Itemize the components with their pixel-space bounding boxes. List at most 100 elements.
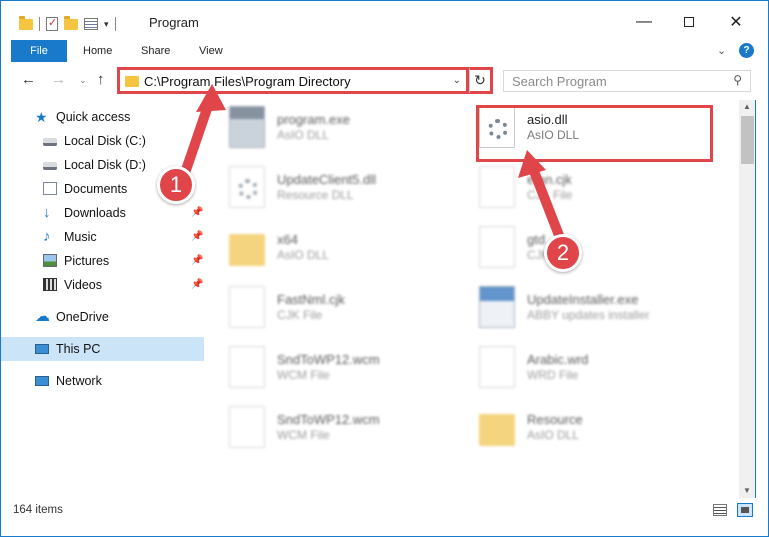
file-type: CJK File bbox=[277, 308, 323, 322]
folder-icon bbox=[229, 234, 265, 266]
sidebar-item-label: Videos bbox=[64, 278, 102, 292]
file-item[interactable]: FastNml.cjk CJK File bbox=[205, 284, 455, 336]
file-name: Resource bbox=[527, 412, 583, 427]
toolbar-divider bbox=[39, 17, 40, 31]
file-name: SndToWP12.wcm bbox=[277, 352, 380, 367]
view-properties-icon[interactable] bbox=[84, 18, 98, 30]
pin-icon[interactable]: 📌 bbox=[191, 201, 203, 225]
help-icon[interactable]: ? bbox=[739, 43, 754, 58]
forward-button[interactable]: → bbox=[51, 71, 66, 88]
refresh-button[interactable]: ↻ bbox=[469, 67, 493, 94]
properties-check-icon[interactable] bbox=[46, 16, 58, 31]
scroll-up-arrow-icon[interactable]: ▲ bbox=[743, 102, 751, 111]
up-button[interactable]: ↑ bbox=[97, 71, 105, 88]
file-item[interactable]: UpdateClient5.dll Resource DLL bbox=[205, 164, 455, 216]
address-history-chevron-icon[interactable]: ⌄ bbox=[453, 75, 461, 86]
back-button[interactable]: ← bbox=[21, 71, 36, 88]
disk-icon bbox=[43, 162, 57, 170]
file-item[interactable]: program.exe AsIO DLL bbox=[205, 104, 455, 156]
folder-icon bbox=[125, 76, 139, 87]
folder-icon[interactable] bbox=[19, 15, 33, 30]
navigation-pane: ★ Quick access Local Disk (C:) Local Dis… bbox=[0, 100, 205, 498]
pin-icon[interactable]: 📌 bbox=[191, 273, 203, 297]
status-bar: 164 items bbox=[0, 498, 769, 537]
step-2-badge: 2 bbox=[544, 234, 582, 272]
tab-share[interactable]: Share bbox=[131, 40, 180, 62]
tab-view[interactable]: View bbox=[189, 40, 233, 62]
sidebar-item-videos[interactable]: Videos 📌 bbox=[1, 273, 204, 297]
star-icon: ★ bbox=[35, 109, 48, 125]
expand-ribbon-chevron-icon[interactable]: ⌄ bbox=[717, 44, 726, 57]
sidebar-item-onedrive[interactable]: ☁ OneDrive bbox=[1, 305, 204, 329]
search-icon[interactable]: ⚲ bbox=[733, 73, 742, 87]
folder-icon bbox=[479, 414, 515, 446]
videos-icon bbox=[43, 278, 57, 291]
gear-icon bbox=[238, 179, 258, 199]
ribbon-tabs: File Home Share View ⌄ ? bbox=[0, 40, 769, 62]
pin-icon[interactable]: 📌 bbox=[191, 249, 203, 273]
item-count: 164 items bbox=[13, 504, 63, 516]
step-1-badge: 1 bbox=[157, 166, 195, 204]
file-item[interactable]: UpdateInstaller.exe ABBY updates install… bbox=[455, 284, 705, 336]
file-item[interactable]: Arabic.wrd WRD File bbox=[455, 344, 705, 396]
disk-icon bbox=[43, 138, 57, 146]
toolbar-divider bbox=[114, 17, 116, 31]
sidebar-item-label: Music bbox=[64, 230, 97, 244]
new-folder-icon[interactable] bbox=[64, 15, 78, 30]
tab-file[interactable]: File bbox=[11, 40, 67, 62]
file-item[interactable]: x64 AsIO DLL bbox=[205, 224, 455, 276]
file-name: etan.cjk bbox=[527, 172, 572, 187]
quick-access-toolbar: ▾ bbox=[19, 15, 116, 33]
computer-icon bbox=[35, 344, 49, 354]
maximize-icon bbox=[684, 17, 694, 27]
scroll-down-arrow-icon[interactable]: ▼ bbox=[743, 486, 751, 495]
file-name: program.exe bbox=[277, 112, 350, 127]
installer-icon bbox=[479, 286, 515, 328]
file-item[interactable]: SndToWP12.wcm WCM File bbox=[205, 404, 455, 456]
address-bar[interactable]: C:\Program Files\Program Directory ⌄ bbox=[117, 67, 469, 94]
search-placeholder: Search Program bbox=[512, 74, 607, 89]
maximize-button[interactable] bbox=[666, 7, 712, 37]
minimize-button[interactable]: — bbox=[621, 7, 667, 37]
vertical-scrollbar[interactable]: ▲ ▼ bbox=[739, 100, 756, 498]
file-item[interactable]: SndToWP12.wcm WCM File bbox=[205, 344, 455, 396]
details-view-icon[interactable] bbox=[713, 504, 727, 516]
sidebar-item-this-pc[interactable]: This PC bbox=[1, 337, 204, 361]
sidebar-item-quick-access[interactable]: ★ Quick access bbox=[1, 105, 204, 129]
address-path[interactable]: C:\Program Files\Program Directory bbox=[144, 74, 351, 89]
large-icons-view-icon[interactable] bbox=[737, 503, 753, 517]
downloads-icon: ↓ bbox=[43, 204, 51, 221]
file-type: WCM File bbox=[277, 368, 330, 382]
sidebar-item-downloads[interactable]: ↓ Downloads 📌 bbox=[1, 201, 204, 225]
file-type: AsIO DLL bbox=[527, 428, 580, 442]
file-name: gtd bbox=[527, 232, 546, 247]
address-row: ← → ⌄ ↑ C:\Program Files\Program Directo… bbox=[0, 62, 769, 100]
file-icon bbox=[479, 346, 515, 388]
customize-toolbar-chevron-icon[interactable]: ▾ bbox=[104, 19, 109, 30]
file-icon bbox=[479, 166, 515, 208]
file-highlight-box bbox=[476, 105, 713, 162]
sidebar-item-network[interactable]: Network bbox=[1, 369, 204, 393]
search-input[interactable]: Search Program ⚲ bbox=[503, 70, 751, 92]
tab-home[interactable]: Home bbox=[73, 40, 122, 62]
sidebar-item-music[interactable]: ♪ Music 📌 bbox=[1, 225, 204, 249]
file-type: WRD File bbox=[527, 368, 579, 382]
close-button[interactable]: ✕ bbox=[713, 7, 759, 37]
sidebar-item-label: Downloads bbox=[64, 206, 126, 220]
file-type: CJK File bbox=[527, 188, 573, 202]
file-item[interactable]: Resource AsIO DLL bbox=[455, 404, 705, 456]
pin-icon[interactable]: 📌 bbox=[191, 225, 203, 249]
recent-locations-chevron-icon[interactable]: ⌄ bbox=[79, 75, 87, 86]
dll-icon bbox=[229, 166, 265, 208]
sidebar-item-pictures[interactable]: Pictures 📌 bbox=[1, 249, 204, 273]
file-type: ABBY updates installer bbox=[527, 308, 650, 322]
sidebar-item-label: OneDrive bbox=[56, 310, 109, 324]
file-item[interactable]: etan.cjk CJK File bbox=[455, 164, 705, 216]
music-icon: ♪ bbox=[43, 228, 51, 245]
sidebar-item-label: Pictures bbox=[64, 254, 110, 268]
file-type: AsIO DLL bbox=[277, 248, 330, 262]
cloud-icon: ☁ bbox=[35, 308, 50, 325]
scrollbar-thumb[interactable] bbox=[741, 116, 754, 164]
sidebar-item-label: This PC bbox=[56, 342, 101, 356]
sidebar-item-local-disk-c[interactable]: Local Disk (C:) bbox=[1, 129, 204, 153]
